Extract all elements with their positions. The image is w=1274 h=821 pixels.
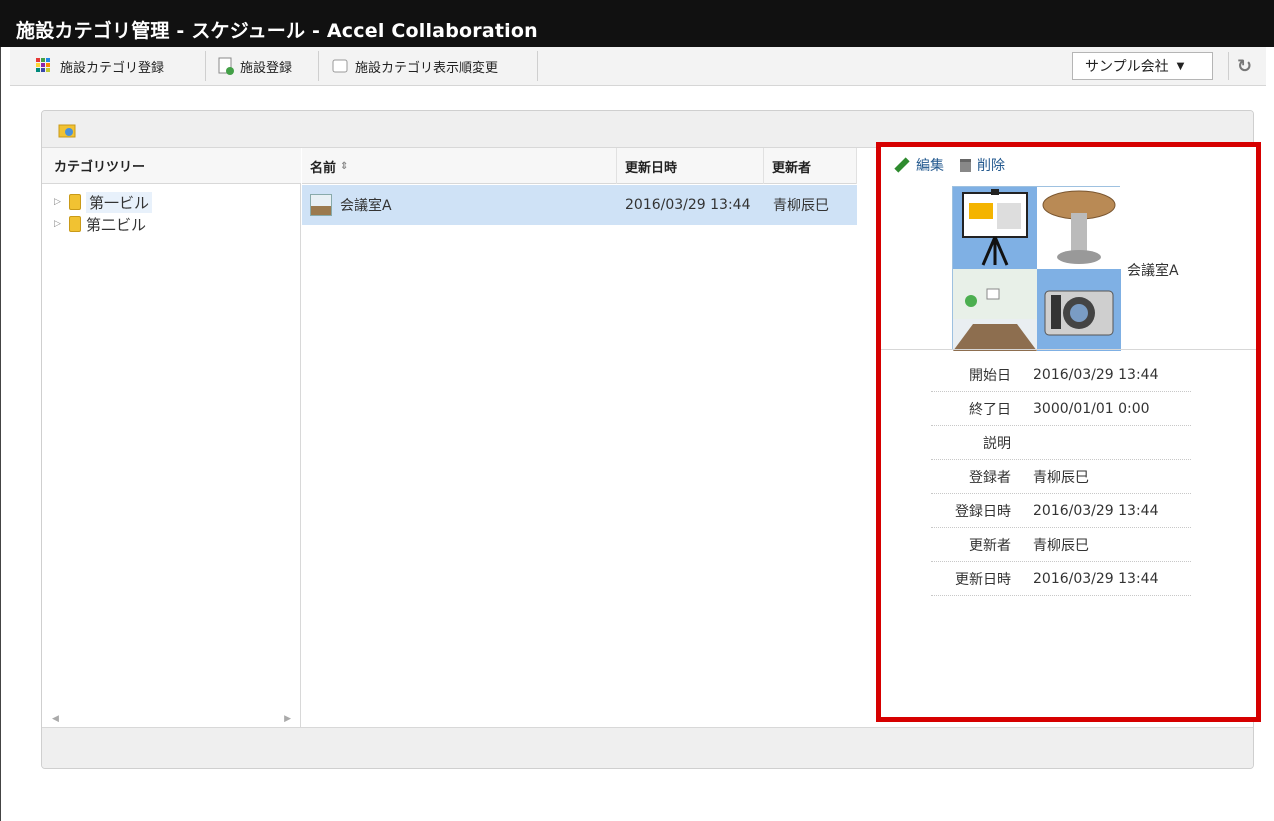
property-key: 更新日時 <box>955 571 1011 588</box>
refresh-icon: ↻ <box>1236 55 1253 77</box>
list-header: 名前 ⇕ 更新日時 更新者 <box>302 148 857 184</box>
property-row: 終了日 3000/01/01 0:00 <box>931 392 1191 426</box>
property-value: 2016/03/29 13:44 <box>1033 366 1159 383</box>
reorder-category-button[interactable]: 施設カテゴリ表示順変更 <box>325 51 504 81</box>
folder-refresh-icon[interactable] <box>58 121 78 139</box>
meeting-room-icon <box>953 269 1037 351</box>
add-facility-button[interactable]: 施設登録 <box>212 51 298 81</box>
window-edge <box>0 0 6 821</box>
column-name[interactable]: 名前 ⇕ <box>302 148 617 184</box>
property-value: 青柳辰巳 <box>1033 537 1089 554</box>
property-row: 登録日時 2016/03/29 13:44 <box>931 494 1191 528</box>
column-updated-by-label: 更新者 <box>772 160 812 176</box>
sort-icon <box>332 59 348 73</box>
toolbar-separator <box>537 51 538 81</box>
detail-actions: 編集 削除 <box>894 155 1005 175</box>
chevron-down-icon: ▼ <box>1176 60 1185 72</box>
trash-icon[interactable] <box>960 158 971 172</box>
property-value: 2016/03/29 13:44 <box>1033 570 1159 587</box>
detail-divider <box>881 349 1256 350</box>
cell-updated-by: 青柳辰巳 <box>773 198 829 214</box>
expand-icon[interactable]: ▷ <box>54 197 64 207</box>
cell-updated-at: 2016/03/29 13:44 <box>625 197 751 213</box>
add-facility-label: 施設登録 <box>240 60 293 76</box>
room-thumbnail-icon <box>310 194 332 216</box>
camera-icon <box>1037 269 1121 351</box>
column-name-label: 名前 <box>310 160 337 176</box>
facility-name: 会議室A <box>1127 263 1179 279</box>
table-icon <box>1037 187 1121 269</box>
reorder-category-label: 施設カテゴリ表示順変更 <box>355 60 499 76</box>
facility-detail-panel: 編集 削除 会議室A 開始日 2016/03/29 13:44 終了日 3000… <box>876 142 1261 722</box>
panel-footer <box>42 727 1253 768</box>
property-key: 更新者 <box>969 537 1011 554</box>
refresh-button[interactable]: ↻ <box>1228 52 1260 80</box>
add-category-label: 施設カテゴリ登録 <box>60 60 165 76</box>
tree-item-label: 第一ビル <box>86 191 153 213</box>
scroll-left-icon[interactable]: ◀ <box>52 714 59 724</box>
property-key: 終了日 <box>969 401 1011 418</box>
property-value: 2016/03/29 13:44 <box>1033 502 1159 519</box>
cell-name: 会議室A <box>310 185 610 225</box>
edit-link[interactable]: 編集 <box>916 155 944 175</box>
facility-image <box>952 186 1121 351</box>
property-value: 青柳辰巳 <box>1033 469 1089 486</box>
property-key: 登録者 <box>969 469 1011 486</box>
cell-name-text: 会議室A <box>340 198 392 214</box>
sort-toggle-icon: ⇕ <box>340 160 349 172</box>
property-row: 更新日時 2016/03/29 13:44 <box>931 562 1191 596</box>
tree-header: カテゴリツリー <box>42 148 301 184</box>
table-row[interactable]: 会議室A 2016/03/29 13:44 青柳辰巳 <box>302 185 857 225</box>
tree-scrollbar[interactable]: ◀ ▶ <box>42 710 301 728</box>
property-value: 3000/01/01 0:00 <box>1033 400 1150 417</box>
column-updated-at-label: 更新日時 <box>625 160 678 176</box>
property-key: 登録日時 <box>955 503 1011 520</box>
detail-properties: 開始日 2016/03/29 13:44 終了日 3000/01/01 0:00 説… <box>931 358 1191 596</box>
toolbar: 施設カテゴリ登録 施設登録 施設カテゴリ表示順変更 サンプル会社 ▼ ↻ <box>10 47 1266 86</box>
property-row: 開始日 2016/03/29 13:44 <box>931 358 1191 392</box>
column-updated-at[interactable]: 更新日時 <box>617 148 764 184</box>
tree-item[interactable]: ▷ 第一ビル <box>54 191 153 213</box>
scroll-right-icon[interactable]: ▶ <box>284 714 291 724</box>
property-key: 説明 <box>983 435 1011 452</box>
column-updated-by[interactable]: 更新者 <box>764 148 857 184</box>
expand-icon[interactable]: ▷ <box>54 219 64 229</box>
company-select-value: サンプル会社 <box>1085 59 1169 75</box>
pencil-icon[interactable] <box>894 157 910 173</box>
folder-icon <box>69 194 81 210</box>
window-title: 施設カテゴリ管理 - スケジュール - Accel Collaboration <box>16 20 538 42</box>
add-document-icon <box>218 57 234 75</box>
property-key: 開始日 <box>969 367 1011 384</box>
facility-list: 名前 ⇕ 更新日時 更新者 会議室A 2016/03/29 13:44 青柳辰巳 <box>302 148 857 728</box>
title-bar: 施設カテゴリ管理 - スケジュール - Accel Collaboration <box>0 0 1274 47</box>
add-category-button[interactable]: 施設カテゴリ登録 <box>30 51 170 81</box>
company-select[interactable]: サンプル会社 ▼ <box>1072 52 1213 80</box>
delete-link[interactable]: 削除 <box>977 155 1005 175</box>
tree-item[interactable]: ▷ 第二ビル <box>54 213 146 235</box>
property-row: 更新者 青柳辰巳 <box>931 528 1191 562</box>
folder-icon <box>69 216 81 232</box>
tree-item-label: 第二ビル <box>86 215 147 234</box>
category-tree: カテゴリツリー ▷ 第一ビル ▷ 第二ビル ◀ ▶ <box>42 148 301 728</box>
toolbar-separator <box>318 51 319 81</box>
grid-icon <box>36 58 50 72</box>
property-row: 登録者 青柳辰巳 <box>931 460 1191 494</box>
projector-icon <box>953 187 1037 269</box>
toolbar-separator <box>205 51 206 81</box>
property-row: 説明 <box>931 426 1191 460</box>
